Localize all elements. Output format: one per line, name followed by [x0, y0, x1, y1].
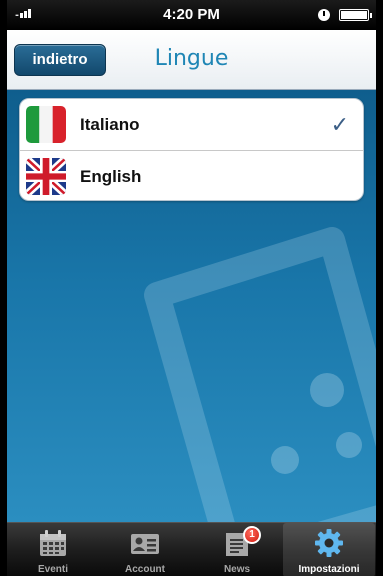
notification-badge: 1: [243, 526, 261, 544]
tab-account[interactable]: Account: [99, 523, 191, 576]
battery-icon: [339, 9, 372, 21]
page-title: Lingue: [154, 46, 229, 71]
language-list: Italiano ✓ English: [19, 98, 364, 201]
gear-icon: [315, 529, 343, 557]
id-card-icon: [131, 534, 159, 554]
phone-screen: .. 4:20 PM indietro Lingue Italiano ✓ En…: [7, 0, 376, 576]
tab-label: Impostazioni: [298, 564, 360, 575]
tab-label: Account: [125, 564, 165, 575]
language-row-english[interactable]: English: [20, 150, 363, 200]
content-area: Italiano ✓ English: [7, 90, 376, 522]
tab-news[interactable]: 1 News: [191, 523, 283, 576]
clock-icon: [318, 9, 330, 21]
language-label: Italiano: [80, 115, 140, 134]
checkmark-icon: ✓: [330, 112, 349, 137]
language-row-italiano[interactable]: Italiano ✓: [20, 99, 363, 150]
calendar-icon: [40, 530, 66, 556]
uk-flag-icon: [26, 158, 66, 195]
language-label: English: [80, 167, 142, 186]
tab-impostazioni[interactable]: Impostazioni: [283, 523, 375, 576]
tab-eventi[interactable]: Eventi: [7, 523, 99, 576]
status-bar: .. 4:20 PM: [7, 0, 376, 30]
italy-flag-icon: [26, 106, 66, 143]
navigation-bar: indietro Lingue: [7, 30, 376, 90]
tab-label: News: [223, 564, 251, 575]
tab-label: Eventi: [37, 564, 68, 575]
tab-bar: Eventi Account 1 News Impostazioni: [7, 522, 376, 576]
